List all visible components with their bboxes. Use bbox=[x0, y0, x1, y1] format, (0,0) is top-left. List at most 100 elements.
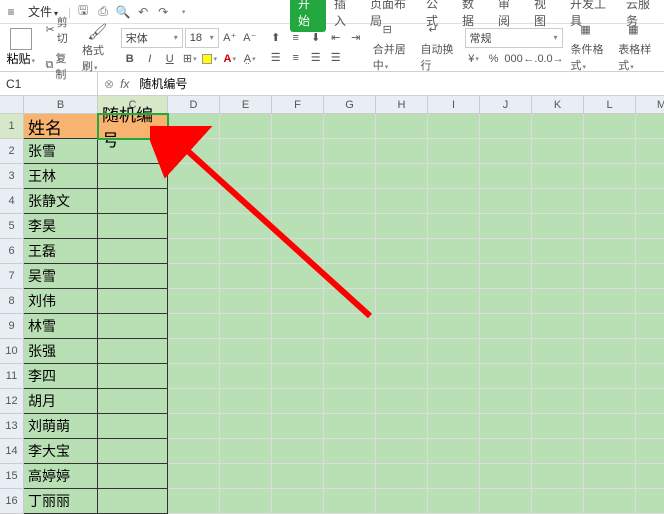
save-icon[interactable]: 🖫 bbox=[75, 4, 91, 20]
cell[interactable] bbox=[532, 239, 584, 264]
align-right-icon[interactable]: ☰ bbox=[307, 49, 325, 67]
cell[interactable] bbox=[98, 489, 168, 514]
preview-icon[interactable]: 🔍 bbox=[115, 4, 131, 20]
font-size-select[interactable]: 18 bbox=[185, 28, 219, 48]
cell[interactable] bbox=[272, 164, 324, 189]
cell[interactable] bbox=[480, 239, 532, 264]
cell[interactable] bbox=[272, 314, 324, 339]
col-header-I[interactable]: I bbox=[428, 96, 480, 114]
row-header[interactable]: 6 bbox=[0, 239, 24, 264]
cell[interactable] bbox=[220, 364, 272, 389]
cell[interactable] bbox=[272, 389, 324, 414]
cell[interactable] bbox=[98, 414, 168, 439]
fx-icon[interactable]: fx bbox=[120, 77, 129, 91]
paste-button[interactable]: 粘贴 bbox=[6, 28, 36, 67]
cell[interactable] bbox=[584, 489, 636, 514]
table-style-button[interactable]: ▦表格样式 bbox=[618, 23, 658, 73]
row-header[interactable]: 14 bbox=[0, 439, 24, 464]
cell[interactable] bbox=[168, 239, 220, 264]
cell[interactable] bbox=[376, 239, 428, 264]
cell[interactable] bbox=[272, 264, 324, 289]
cell[interactable] bbox=[636, 164, 664, 189]
percent-button[interactable]: % bbox=[485, 50, 503, 68]
col-header-B[interactable]: B bbox=[24, 96, 98, 114]
cell[interactable] bbox=[272, 464, 324, 489]
cell[interactable] bbox=[376, 139, 428, 164]
cell[interactable] bbox=[584, 114, 636, 139]
row-header[interactable]: 16 bbox=[0, 489, 24, 514]
cell[interactable]: 刘萌萌 bbox=[24, 414, 98, 439]
cell[interactable]: 张静文 bbox=[24, 189, 98, 214]
cell[interactable]: 王磊 bbox=[24, 239, 98, 264]
cell[interactable] bbox=[168, 264, 220, 289]
cell[interactable] bbox=[480, 189, 532, 214]
cell[interactable] bbox=[272, 339, 324, 364]
cell[interactable] bbox=[636, 489, 664, 514]
cell[interactable] bbox=[168, 164, 220, 189]
cond-format-button[interactable]: ▦条件格式 bbox=[571, 23, 611, 73]
cell[interactable] bbox=[220, 314, 272, 339]
cell[interactable] bbox=[220, 189, 272, 214]
cell[interactable] bbox=[220, 414, 272, 439]
cell[interactable] bbox=[376, 214, 428, 239]
cell[interactable] bbox=[636, 114, 664, 139]
tab-insert[interactable]: 插入 bbox=[326, 0, 362, 32]
cell[interactable] bbox=[428, 464, 480, 489]
cell[interactable] bbox=[532, 114, 584, 139]
cell[interactable]: 林雪 bbox=[24, 314, 98, 339]
cell[interactable] bbox=[636, 139, 664, 164]
cell[interactable] bbox=[636, 364, 664, 389]
cell[interactable] bbox=[532, 264, 584, 289]
cell[interactable] bbox=[584, 339, 636, 364]
cell[interactable] bbox=[532, 364, 584, 389]
name-box[interactable]: C1 bbox=[0, 72, 98, 95]
cell[interactable]: 吴雪 bbox=[24, 264, 98, 289]
cell[interactable] bbox=[220, 139, 272, 164]
undo-icon[interactable]: ↶ bbox=[135, 4, 151, 20]
row-header[interactable]: 7 bbox=[0, 264, 24, 289]
cell[interactable] bbox=[480, 114, 532, 139]
cell[interactable] bbox=[532, 464, 584, 489]
cell[interactable] bbox=[480, 164, 532, 189]
cell[interactable] bbox=[98, 389, 168, 414]
inc-decimal-button[interactable]: ←.0 bbox=[525, 50, 543, 68]
cell[interactable] bbox=[168, 439, 220, 464]
qat-more-icon[interactable] bbox=[175, 4, 191, 20]
row-header[interactable]: 8 bbox=[0, 289, 24, 314]
row-header[interactable]: 2 bbox=[0, 139, 24, 164]
cell[interactable] bbox=[376, 339, 428, 364]
cell[interactable] bbox=[98, 314, 168, 339]
comma-button[interactable]: 000 bbox=[505, 50, 523, 68]
cell[interactable] bbox=[428, 364, 480, 389]
italic-button[interactable]: I bbox=[141, 50, 159, 68]
row-header[interactable]: 1 bbox=[0, 114, 24, 139]
cell[interactable] bbox=[636, 439, 664, 464]
cell[interactable] bbox=[532, 314, 584, 339]
cell[interactable] bbox=[532, 439, 584, 464]
cell[interactable] bbox=[480, 314, 532, 339]
cell[interactable] bbox=[532, 139, 584, 164]
cell[interactable] bbox=[376, 189, 428, 214]
cell[interactable] bbox=[168, 364, 220, 389]
cell[interactable] bbox=[272, 214, 324, 239]
cell[interactable] bbox=[324, 464, 376, 489]
cell[interactable] bbox=[272, 489, 324, 514]
cell[interactable] bbox=[376, 464, 428, 489]
cell[interactable] bbox=[480, 139, 532, 164]
cell[interactable] bbox=[428, 339, 480, 364]
cell[interactable] bbox=[636, 389, 664, 414]
cell[interactable] bbox=[376, 114, 428, 139]
cell[interactable] bbox=[584, 314, 636, 339]
cut-button[interactable]: ✂ 剪切 bbox=[44, 13, 74, 47]
cell[interactable] bbox=[168, 289, 220, 314]
merge-center-button[interactable]: ⊟合并居中 bbox=[373, 23, 413, 73]
cell[interactable] bbox=[220, 289, 272, 314]
indent-dec-icon[interactable]: ⇤ bbox=[327, 29, 345, 47]
cell[interactable] bbox=[584, 439, 636, 464]
cell[interactable] bbox=[324, 364, 376, 389]
cell[interactable] bbox=[584, 289, 636, 314]
phonetic-button[interactable]: A̤ bbox=[241, 50, 259, 68]
cell[interactable] bbox=[324, 289, 376, 314]
row-header[interactable]: 11 bbox=[0, 364, 24, 389]
cell[interactable] bbox=[636, 339, 664, 364]
